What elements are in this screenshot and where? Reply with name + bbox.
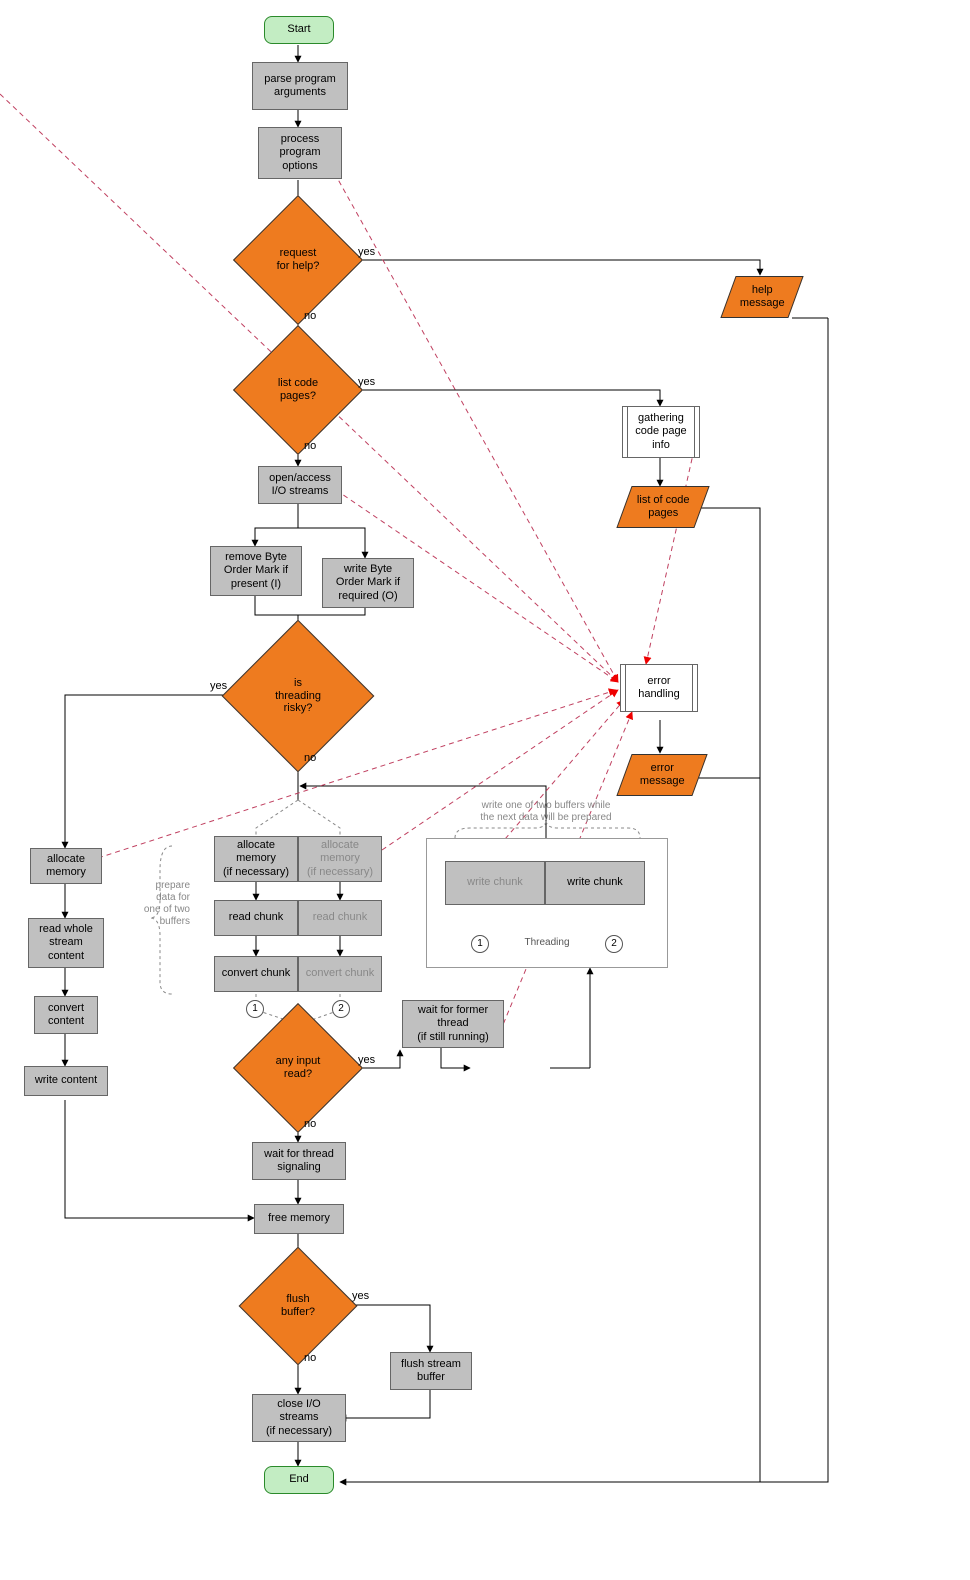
node-start: Start bbox=[264, 16, 334, 44]
node-read-whole: read whole stream content bbox=[28, 918, 104, 968]
node-wait-signal: wait for thread signaling bbox=[252, 1142, 346, 1180]
badge-thread-1: 1 bbox=[471, 935, 489, 953]
node-write-bom: write Byte Order Mark if required (O) bbox=[322, 558, 414, 608]
node-write-content: write content bbox=[24, 1066, 108, 1096]
node-convert-content: convert content bbox=[34, 996, 98, 1034]
badge-buffer-2: 2 bbox=[332, 1000, 350, 1018]
node-convert-chunk-2: convert chunk bbox=[298, 956, 382, 992]
edge-label-no: no bbox=[304, 752, 316, 764]
node-any-input: any input read? bbox=[252, 1022, 344, 1114]
edge-label-no: no bbox=[304, 310, 316, 322]
annotation-prepare: prepare data for one of two buffers bbox=[130, 880, 190, 928]
node-error-message: error message bbox=[616, 754, 707, 796]
threading-group: write chunk write chunk 1 2 Threading bbox=[426, 838, 668, 968]
node-threading-risky: is threading risky? bbox=[244, 642, 352, 750]
node-request-help: request for help? bbox=[252, 214, 344, 306]
node-close-io: close I/O streams (if necessary) bbox=[252, 1394, 346, 1442]
edge-label-yes: yes bbox=[358, 1054, 375, 1066]
node-read-chunk-2: read chunk bbox=[298, 900, 382, 936]
edge-label-yes: yes bbox=[358, 246, 375, 258]
annotation-write-note: write one of two buffers while the next … bbox=[446, 800, 646, 824]
badge-thread-2: 2 bbox=[605, 935, 623, 953]
node-error-handling: error handling bbox=[620, 664, 698, 712]
node-convert-chunk-1: convert chunk bbox=[214, 956, 298, 992]
node-list-codepages-output: list of code pages bbox=[616, 486, 709, 528]
edge-label-yes: yes bbox=[352, 1290, 369, 1302]
node-wait-former-thread: wait for former thread (if still running… bbox=[402, 1000, 504, 1048]
edge-label-yes: yes bbox=[358, 376, 375, 388]
node-flush-buffer: flush buffer? bbox=[256, 1264, 340, 1348]
node-flush-stream: flush stream buffer bbox=[390, 1352, 472, 1390]
flowchart-canvas: Start End parse program arguments proces… bbox=[0, 0, 970, 1580]
node-parse-args: parse program arguments bbox=[252, 62, 348, 110]
edge-label-no: no bbox=[304, 440, 316, 452]
node-gather-codepage: gathering code page info bbox=[622, 406, 700, 458]
node-list-code-pages: list code pages? bbox=[252, 344, 344, 436]
node-alloc-2: allocate memory (if necessary) bbox=[298, 836, 382, 882]
edge-label-no: no bbox=[304, 1352, 316, 1364]
node-write-chunk-1: write chunk bbox=[445, 861, 545, 905]
node-alloc-1: allocate memory (if necessary) bbox=[214, 836, 298, 882]
node-process-opts: process program options bbox=[258, 127, 342, 179]
node-alloc-memory-left: allocate memory bbox=[30, 848, 102, 884]
node-write-chunk-2: write chunk bbox=[545, 861, 645, 905]
node-open-io: open/access I/O streams bbox=[258, 466, 342, 504]
threading-label: Threading bbox=[507, 937, 587, 949]
node-free-memory: free memory bbox=[254, 1204, 344, 1234]
edge-label-yes: yes bbox=[210, 680, 227, 692]
node-end: End bbox=[264, 1466, 334, 1494]
badge-buffer-1: 1 bbox=[246, 1000, 264, 1018]
node-read-chunk-1: read chunk bbox=[214, 900, 298, 936]
edge-label-no: no bbox=[304, 1118, 316, 1130]
node-remove-bom: remove Byte Order Mark if present (I) bbox=[210, 546, 302, 596]
